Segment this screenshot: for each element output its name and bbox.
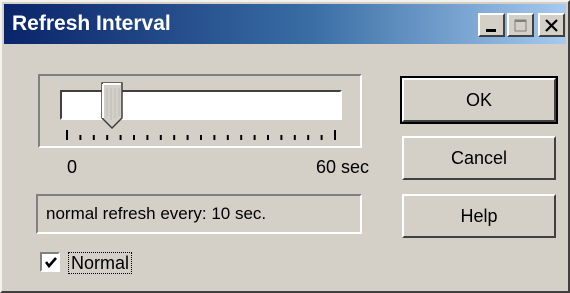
minimize-icon: [486, 29, 496, 32]
refresh-status-box: normal refresh every: 10 sec.: [36, 194, 362, 234]
maximize-button[interactable]: [507, 13, 534, 37]
close-icon: [545, 19, 558, 32]
help-button[interactable]: Help: [402, 194, 556, 238]
slider-min-label: 0: [67, 157, 78, 177]
refresh-interval-dialog: Refresh Interval 0 60 sec normal refresh…: [0, 0, 570, 293]
title-bar[interactable]: Refresh Interval: [4, 4, 566, 44]
slider-thumb[interactable]: [101, 82, 127, 130]
cancel-button[interactable]: Cancel: [402, 136, 556, 180]
refresh-status-text: normal refresh every: 10 sec.: [46, 204, 267, 223]
checkmark-icon: [44, 257, 57, 269]
ok-button[interactable]: OK: [400, 76, 558, 124]
normal-checkbox-label[interactable]: Normal: [68, 252, 133, 274]
normal-checkbox[interactable]: [40, 252, 60, 272]
close-button[interactable]: [538, 13, 565, 37]
minimize-button[interactable]: [478, 13, 505, 37]
window-title: Refresh Interval: [12, 12, 171, 35]
slider-max-label: 60 sec: [316, 157, 370, 177]
maximize-icon: [514, 19, 527, 32]
slider-ticks: [66, 130, 336, 140]
